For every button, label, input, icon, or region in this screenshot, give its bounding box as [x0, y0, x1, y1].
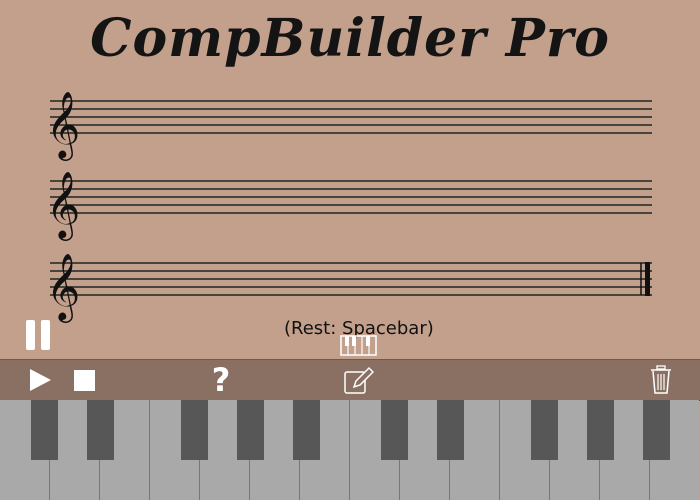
black-key-c-sharp[interactable]: [31, 400, 58, 460]
pause-button[interactable]: [26, 320, 52, 352]
play-button[interactable]: [26, 360, 54, 400]
stop-button[interactable]: [72, 360, 98, 400]
help-icon: ?: [211, 361, 231, 399]
piano-keyboard: [0, 400, 700, 500]
black-key-d-sharp[interactable]: [87, 400, 114, 460]
black-key-d2-sharp[interactable]: [437, 400, 464, 460]
staff-2[interactable]: 𝄞: [46, 168, 654, 241]
staff-1[interactable]: 𝄞: [46, 88, 654, 161]
edit-button[interactable]: [342, 360, 375, 400]
black-key-f-sharp[interactable]: [181, 400, 208, 460]
delete-button[interactable]: [648, 360, 674, 400]
black-key-a2-sharp[interactable]: [643, 400, 670, 460]
app-title: CompBuilder Pro: [90, 8, 610, 69]
black-key-c2-sharp[interactable]: [381, 400, 408, 460]
staff-3-lines: 𝄞: [46, 252, 652, 323]
black-key-f2-sharp[interactable]: [531, 400, 558, 460]
treble-clef-icon: 𝄞: [46, 90, 80, 161]
staff-2-lines: 𝄞: [46, 170, 652, 241]
black-key-a-sharp[interactable]: [293, 400, 320, 460]
black-key-g-sharp[interactable]: [237, 400, 264, 460]
staff-3[interactable]: 𝄞: [46, 250, 654, 323]
toolbar: ?: [0, 359, 700, 401]
play-icon: [30, 369, 51, 391]
help-button[interactable]: ?: [208, 360, 234, 400]
pause-icon: [26, 320, 35, 350]
piano-keyboard-icon[interactable]: [340, 335, 378, 357]
black-key-g2-sharp[interactable]: [587, 400, 614, 460]
stop-icon: [74, 370, 95, 391]
treble-clef-icon: 𝄞: [46, 252, 80, 323]
treble-clef-icon: 𝄞: [46, 170, 80, 241]
trash-icon: [651, 365, 671, 394]
pencil-icon: [344, 366, 375, 394]
staff-1-lines: 𝄞: [46, 90, 652, 161]
